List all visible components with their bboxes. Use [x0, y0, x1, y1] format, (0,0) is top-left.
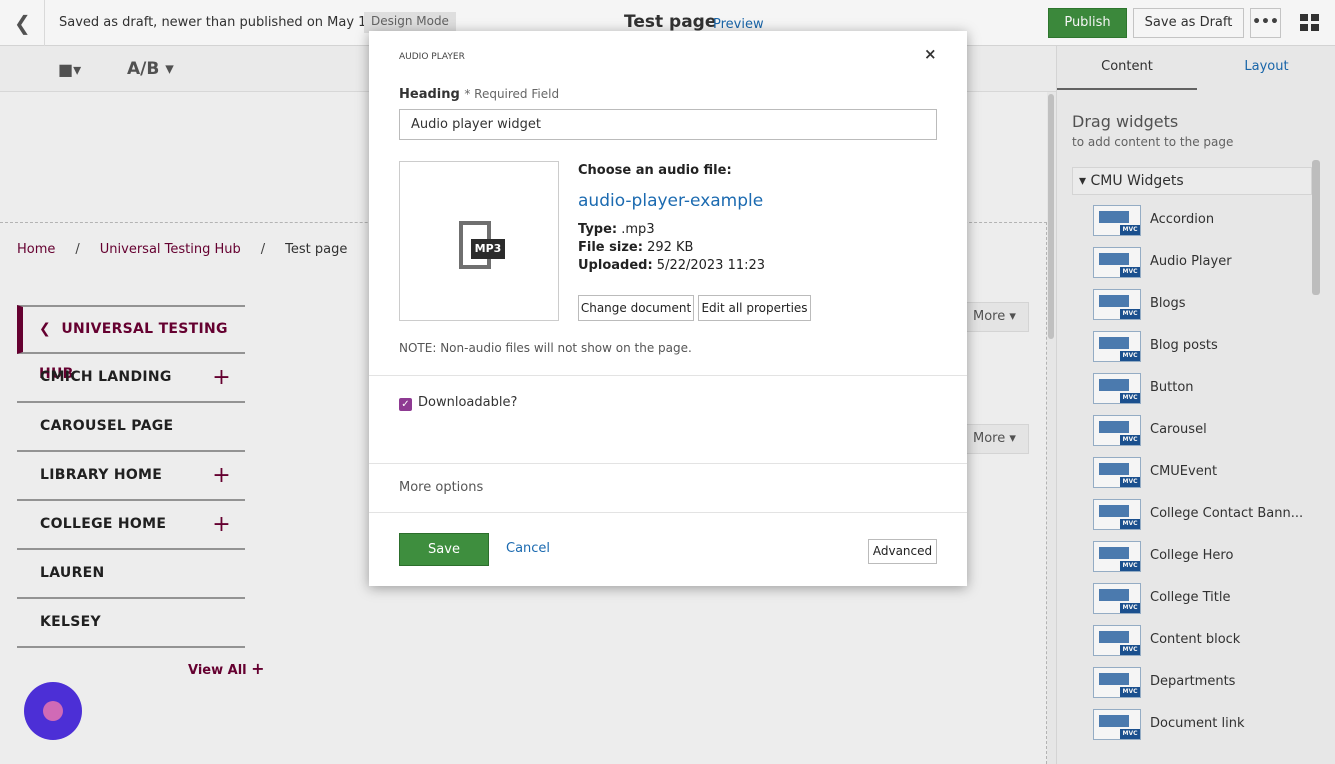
- change-document-button[interactable]: Change document: [578, 295, 694, 321]
- advanced-button[interactable]: Advanced: [868, 539, 937, 564]
- file-type: Type: .mp3: [578, 222, 655, 237]
- chat-assistant-button[interactable]: [24, 682, 82, 740]
- divider: [369, 375, 967, 376]
- mp3-file-icon: MP3: [459, 221, 505, 271]
- file-size: File size: 292 KB: [578, 240, 694, 255]
- file-thumbnail[interactable]: MP3: [399, 161, 559, 321]
- cancel-link[interactable]: Cancel: [506, 541, 550, 556]
- downloadable-label[interactable]: Downloadable?: [418, 395, 517, 410]
- mp3-badge: MP3: [471, 239, 505, 259]
- non-audio-note: NOTE: Non-audio files will not show on t…: [399, 341, 692, 355]
- heading-label: Heading * Required Field: [399, 87, 559, 102]
- required-field-note: * Required Field: [464, 87, 560, 101]
- choose-audio-label: Choose an audio file:: [578, 163, 732, 178]
- divider: [369, 512, 967, 513]
- audio-file-link[interactable]: audio-player-example: [578, 191, 763, 211]
- divider: [369, 463, 967, 464]
- save-button[interactable]: Save: [399, 533, 489, 566]
- chat-dot-icon: [43, 701, 63, 721]
- edit-properties-button[interactable]: Edit all properties: [698, 295, 811, 321]
- more-options-toggle[interactable]: More options: [399, 480, 483, 495]
- downloadable-checkbox[interactable]: ✓: [399, 398, 412, 411]
- heading-input[interactable]: [399, 109, 937, 140]
- audio-player-dialog: AUDIO PLAYER × Heading * Required Field …: [369, 31, 967, 586]
- file-uploaded: Uploaded: 5/22/2023 11:23: [578, 258, 766, 273]
- heading-label-text: Heading: [399, 87, 460, 102]
- dialog-title: AUDIO PLAYER: [399, 52, 465, 62]
- close-icon[interactable]: ×: [924, 45, 937, 63]
